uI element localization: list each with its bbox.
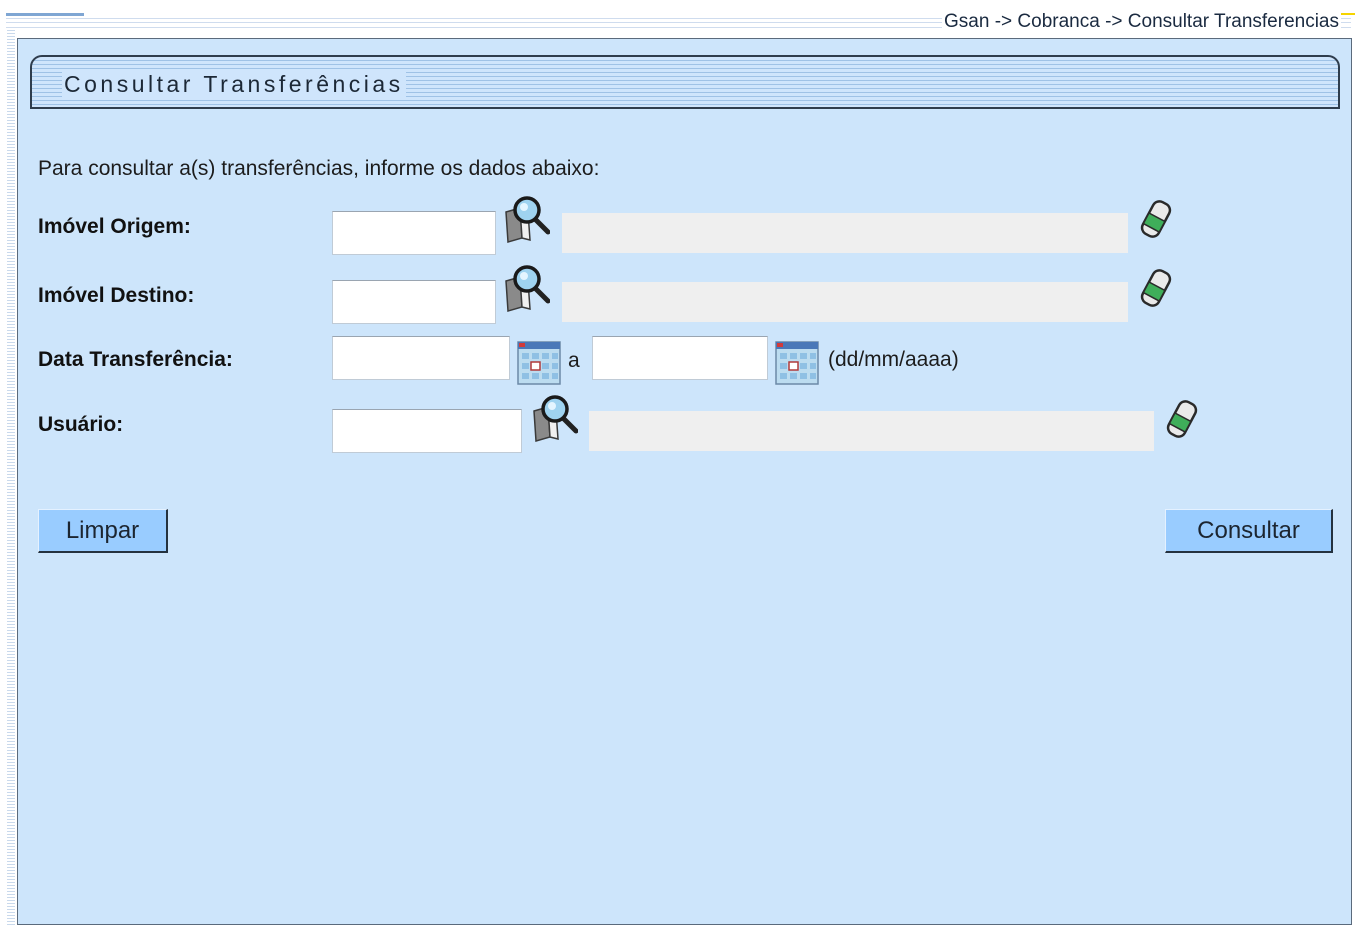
imovel-origem-description bbox=[562, 213, 1128, 253]
page-title: Consultar Transferências bbox=[62, 71, 406, 97]
left-dotted-border bbox=[7, 30, 15, 925]
title-bar: Consultar Transferências bbox=[30, 55, 1340, 109]
usuario-description bbox=[589, 411, 1154, 451]
imovel-origem-input[interactable] bbox=[332, 211, 496, 255]
data-transferencia-label: Data Transferência: bbox=[38, 348, 233, 371]
main-panel: Consultar Transferências Para consultar … bbox=[17, 38, 1352, 925]
imovel-destino-label: Imóvel Destino: bbox=[38, 284, 195, 307]
usuario-label: Usuário: bbox=[38, 413, 124, 436]
magnifier-icon[interactable] bbox=[500, 194, 550, 244]
top-accent-line bbox=[6, 13, 84, 16]
imovel-destino-input[interactable] bbox=[332, 280, 496, 324]
imovel-destino-description bbox=[562, 282, 1128, 322]
eraser-icon[interactable] bbox=[1138, 266, 1174, 310]
breadcrumb: Gsan -> Cobranca -> Consultar Transferen… bbox=[942, 11, 1341, 33]
intro-text: Para consultar a(s) transferências, info… bbox=[38, 157, 600, 180]
date-range-separator: a bbox=[568, 349, 580, 372]
eraser-icon[interactable] bbox=[1138, 197, 1174, 241]
eraser-icon[interactable] bbox=[1164, 397, 1200, 441]
data-final-input[interactable] bbox=[592, 336, 768, 380]
magnifier-icon[interactable] bbox=[528, 393, 578, 443]
limpar-button[interactable]: Limpar bbox=[38, 509, 168, 553]
consultar-button[interactable]: Consultar bbox=[1165, 509, 1333, 553]
imovel-origem-label: Imóvel Origem: bbox=[38, 215, 191, 238]
magnifier-icon[interactable] bbox=[500, 263, 550, 313]
calendar-icon[interactable] bbox=[517, 341, 561, 385]
calendar-icon[interactable] bbox=[775, 341, 819, 385]
date-format-hint: (dd/mm/aaaa) bbox=[828, 348, 959, 371]
usuario-input[interactable] bbox=[332, 409, 522, 453]
data-inicial-input[interactable] bbox=[332, 336, 510, 380]
